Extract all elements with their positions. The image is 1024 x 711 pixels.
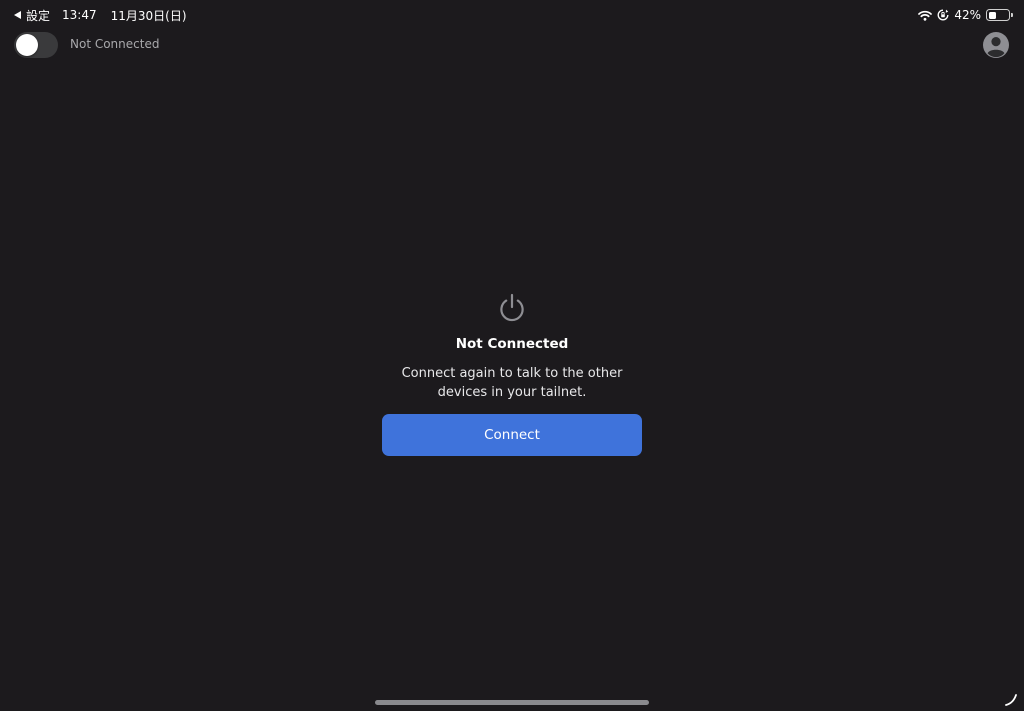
- person-icon[interactable]: [982, 31, 1010, 59]
- status-title: Not Connected: [455, 336, 569, 352]
- battery-nub: [1011, 13, 1013, 17]
- status-bar: 設定 13:47 11月30日(日) 42%: [0, 6, 1024, 24]
- back-app-label: 設定: [26, 8, 51, 23]
- vpn-toggle[interactable]: [14, 32, 58, 58]
- status-time: 13:47: [62, 8, 97, 22]
- back-to-app-link[interactable]: 設定: [14, 7, 50, 24]
- wifi-icon: [918, 10, 933, 21]
- battery-icon: [986, 9, 1013, 21]
- status-message: Connect again to talk to the other devic…: [401, 366, 623, 400]
- connection-status-label: Not Connected: [70, 37, 160, 51]
- status-date: 11月30日(日): [110, 8, 187, 23]
- battery-percent: 42%: [954, 8, 981, 22]
- orientation-lock-icon: [937, 9, 949, 21]
- tailscale-screen: 設定 13:47 11月30日(日) 42% Not Connected Not…: [0, 0, 1024, 711]
- vpn-toggle-knob: [16, 34, 38, 56]
- status-bar-left: 設定 13:47 11月30日(日): [14, 6, 187, 24]
- power-icon: [500, 293, 524, 322]
- disconnected-panel: Not Connected Connect again to talk to t…: [0, 292, 1024, 456]
- connect-button[interactable]: Connect: [382, 414, 642, 456]
- status-bar-right: 42%: [918, 6, 1013, 24]
- battery-level-fill: [988, 11, 997, 19]
- back-arrow-icon: [14, 11, 21, 19]
- home-indicator[interactable]: [375, 700, 649, 705]
- scribble-corner-icon: [1005, 694, 1017, 706]
